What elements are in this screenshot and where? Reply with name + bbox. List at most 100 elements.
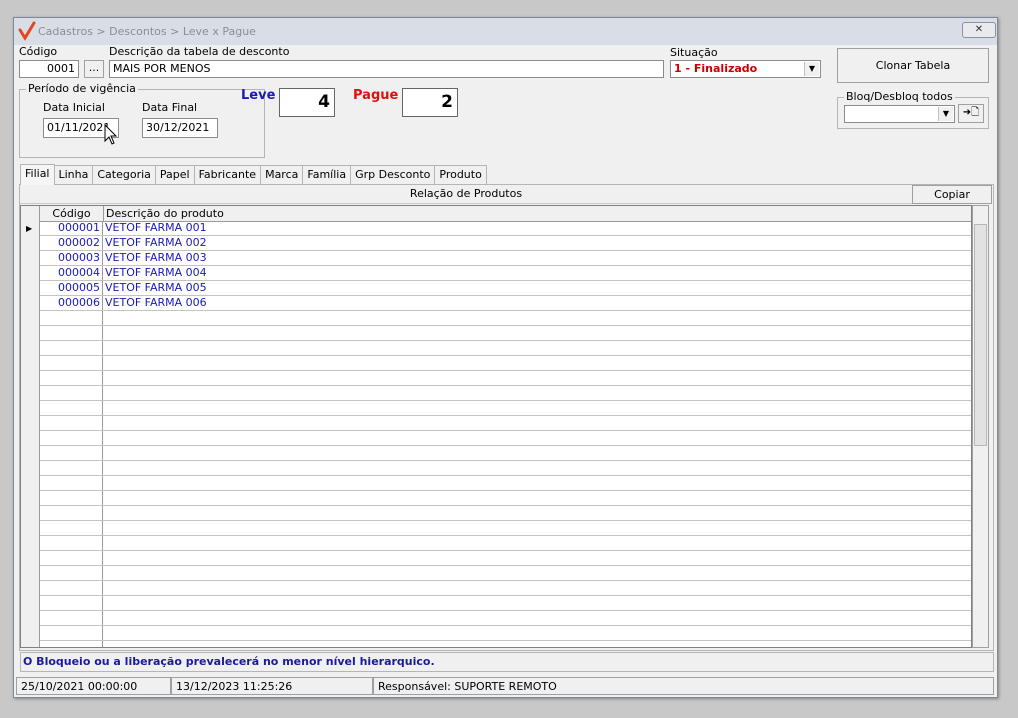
table-row[interactable] (21, 371, 971, 386)
cell-descricao[interactable] (104, 371, 105, 385)
table-row[interactable]: 000003 VETOF FARMA 003 (21, 251, 971, 266)
cell-codigo[interactable] (40, 371, 103, 385)
table-row[interactable] (21, 596, 971, 611)
table-row[interactable] (21, 311, 971, 326)
cell-codigo[interactable] (40, 551, 103, 565)
copiar-button[interactable]: Copiar (912, 185, 992, 204)
situacao-select[interactable]: 1 - Finalizado ▼ (670, 60, 821, 78)
cell-codigo[interactable] (40, 536, 103, 550)
chevron-down-icon[interactable]: ▼ (938, 107, 953, 121)
codigo-lookup-button[interactable]: ... (84, 60, 104, 78)
close-button[interactable]: ✕ (962, 22, 996, 38)
cell-codigo[interactable] (40, 461, 103, 475)
cell-codigo[interactable] (40, 341, 103, 355)
table-row[interactable] (21, 551, 971, 566)
cell-codigo[interactable] (40, 491, 103, 505)
bloq-apply-button[interactable]: ➜🗋 (958, 104, 984, 123)
cell-descricao[interactable]: VETOF FARMA 003 (104, 251, 207, 265)
cell-descricao[interactable] (104, 536, 105, 550)
cell-codigo[interactable]: 000003 (40, 251, 103, 265)
cell-descricao[interactable]: VETOF FARMA 006 (104, 296, 207, 310)
cell-codigo[interactable] (40, 431, 103, 445)
table-row[interactable] (21, 386, 971, 401)
tab-familia[interactable]: Família (302, 165, 352, 184)
cell-codigo[interactable] (40, 356, 103, 370)
cell-descricao[interactable] (104, 491, 105, 505)
cell-descricao[interactable] (104, 476, 105, 490)
cell-descricao[interactable] (104, 626, 105, 640)
table-row[interactable] (21, 566, 971, 581)
table-row[interactable] (21, 356, 971, 371)
table-row[interactable] (21, 626, 971, 641)
cell-descricao[interactable]: VETOF FARMA 002 (104, 236, 207, 250)
chevron-down-icon[interactable]: ▼ (804, 62, 819, 76)
table-row[interactable] (21, 446, 971, 461)
table-row[interactable] (21, 641, 971, 647)
cell-descricao[interactable] (104, 566, 105, 580)
cell-codigo[interactable] (40, 521, 103, 535)
tab-produto[interactable]: Produto (434, 165, 487, 184)
cell-codigo[interactable] (40, 596, 103, 610)
descricao-field[interactable]: MAIS POR MENOS (109, 60, 664, 78)
clonar-tabela-button[interactable]: Clonar Tabela (837, 48, 989, 83)
cell-descricao[interactable] (104, 326, 105, 340)
cell-codigo[interactable]: 000004 (40, 266, 103, 280)
tab-grp-desconto[interactable]: Grp Desconto (350, 165, 436, 184)
cell-codigo[interactable] (40, 386, 103, 400)
cell-descricao[interactable]: VETOF FARMA 005 (104, 281, 207, 295)
cell-descricao[interactable] (104, 446, 105, 460)
data-final-field[interactable]: 30/12/2021 (142, 118, 218, 138)
bloq-select[interactable]: ▼ (844, 105, 955, 123)
table-row[interactable] (21, 341, 971, 356)
table-row[interactable] (21, 611, 971, 626)
cell-codigo[interactable] (40, 611, 103, 625)
cell-codigo[interactable] (40, 626, 103, 640)
table-row[interactable] (21, 506, 971, 521)
cell-codigo[interactable] (40, 476, 103, 490)
table-row[interactable] (21, 581, 971, 596)
cell-descricao[interactable] (104, 356, 105, 370)
cell-descricao[interactable] (104, 596, 105, 610)
tab-fabricante[interactable]: Fabricante (193, 165, 262, 184)
table-row[interactable] (21, 461, 971, 476)
tab-linha[interactable]: Linha (53, 165, 94, 184)
table-row[interactable]: 000004 VETOF FARMA 004 (21, 266, 971, 281)
codigo-field[interactable]: 0001 (19, 60, 79, 78)
products-grid[interactable]: Código Descrição do produto ▶ 000001 VETOF… (20, 205, 972, 648)
cell-codigo[interactable] (40, 401, 103, 415)
table-row[interactable]: 000005 VETOF FARMA 005 (21, 281, 971, 296)
cell-codigo[interactable]: 000005 (40, 281, 103, 295)
cell-descricao[interactable] (104, 431, 105, 445)
cell-codigo[interactable] (40, 326, 103, 340)
cell-descricao[interactable] (104, 581, 105, 595)
cell-codigo[interactable] (40, 506, 103, 520)
cell-descricao[interactable] (104, 311, 105, 325)
tab-categoria[interactable]: Categoria (92, 165, 156, 184)
cell-descricao[interactable] (104, 416, 105, 430)
table-row[interactable] (21, 521, 971, 536)
cell-descricao[interactable] (104, 611, 105, 625)
cell-codigo[interactable]: 000002 (40, 236, 103, 250)
cell-codigo[interactable] (40, 581, 103, 595)
cell-codigo[interactable]: 000006 (40, 296, 103, 310)
table-row[interactable] (21, 401, 971, 416)
cell-codigo[interactable] (40, 566, 103, 580)
cell-descricao[interactable]: VETOF FARMA 004 (104, 266, 207, 280)
tab-filial[interactable]: Filial (20, 164, 55, 185)
cell-descricao[interactable] (104, 521, 105, 535)
table-row[interactable]: 000006 VETOF FARMA 006 (21, 296, 971, 311)
cell-descricao[interactable] (104, 461, 105, 475)
pague-field[interactable]: 2 (402, 88, 458, 117)
tab-marca[interactable]: Marca (260, 165, 304, 184)
leve-field[interactable]: 4 (279, 88, 335, 117)
cell-descricao[interactable] (104, 386, 105, 400)
tab-papel[interactable]: Papel (154, 165, 195, 184)
table-row[interactable]: ▶ 000001 VETOF FARMA 001 (21, 221, 971, 236)
cell-codigo[interactable] (40, 446, 103, 460)
table-row[interactable] (21, 491, 971, 506)
table-row[interactable] (21, 476, 971, 491)
cell-descricao[interactable] (104, 401, 105, 415)
cell-descricao[interactable]: VETOF FARMA 001 (104, 221, 207, 235)
cell-codigo[interactable]: 000001 (40, 221, 103, 235)
cell-descricao[interactable] (104, 641, 105, 647)
